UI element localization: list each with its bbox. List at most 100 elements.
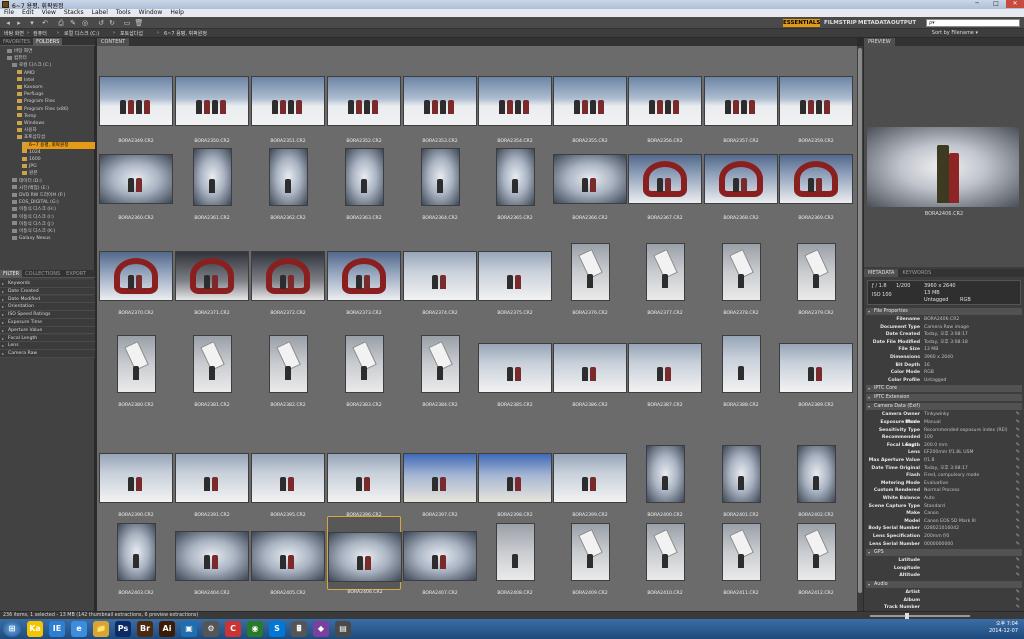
calculator-icon[interactable]: 🖩 [291, 621, 307, 637]
thumbnail-cell[interactable]: BORA2386.CR2 [553, 328, 627, 408]
thumbnail-cell[interactable]: BORA2355.CR2 [553, 64, 627, 144]
thumbnail-cell[interactable]: BORA2364.CR2 [403, 141, 477, 221]
thumbnail-cell[interactable]: BORA2366.CR2 [553, 141, 627, 221]
edit-pencil-icon[interactable]: ✎ [1016, 605, 1020, 610]
thumbnail-cell[interactable]: BORA2353.CR2 [403, 64, 477, 144]
folder-tree-item[interactable]: 6~7 용평, 휘팍원정 [22, 141, 95, 149]
thumbnail-cell[interactable]: BORA2389.CR2 [779, 328, 853, 408]
edit-pencil-icon[interactable]: ✎ [1016, 465, 1020, 471]
thumbnail-cell[interactable]: BORA2370.CR2 [99, 236, 173, 316]
edit-pencil-icon[interactable]: ✎ [1016, 503, 1020, 509]
edit-pencil-icon[interactable]: ✎ [1016, 526, 1020, 531]
thumbnail-image[interactable] [554, 155, 626, 203]
thumbnail-cell[interactable]: BORA2375.CR2 [478, 236, 552, 316]
thumbnail-cell[interactable]: BORA2351.CR2 [251, 64, 325, 144]
thumbnail-cell[interactable]: BORA2403.CR2 [99, 516, 173, 596]
thumbnail-image[interactable] [328, 454, 400, 502]
scrollbar-thumb[interactable] [858, 48, 862, 593]
thumbnail-cell[interactable]: BORA2367.CR2 [628, 141, 702, 221]
edit-pencil-icon[interactable]: ✎ [1016, 597, 1020, 603]
folder-tree-item[interactable]: JPG [22, 163, 95, 170]
thumbnail-image[interactable] [780, 155, 852, 203]
menu-help[interactable]: Help [166, 9, 188, 17]
thumbnail-image[interactable] [572, 524, 609, 580]
workspace-filmstrip[interactable]: FILMSTRIP [824, 19, 857, 27]
edit-pencil-icon[interactable]: ✎ [1016, 518, 1020, 524]
thumbnail-image[interactable] [100, 155, 172, 203]
workspace-metadata[interactable]: METADATA [858, 19, 891, 27]
menu-label[interactable]: Label [88, 9, 112, 17]
edit-pencil-icon[interactable]: ✎ [1016, 427, 1020, 433]
thumbnail-image[interactable] [647, 524, 684, 580]
thumbnail-cell[interactable]: BORA2357.CR2 [704, 64, 778, 144]
browser-icon[interactable]: e [71, 621, 87, 637]
folder-tree-item[interactable]: 데이터 (D:) [12, 178, 95, 185]
photoshop-icon[interactable]: Ps [115, 621, 131, 637]
thumbnail-image[interactable] [346, 149, 383, 205]
tab-preview[interactable]: PREVIEW [864, 38, 895, 46]
thumbnail-cell[interactable]: BORA2384.CR2 [403, 328, 477, 408]
filter-row[interactable]: Lens [0, 342, 95, 350]
thumbnail-image[interactable] [404, 77, 476, 125]
thumbnail-image[interactable] [798, 524, 835, 580]
app-icon[interactable]: ◉ [247, 621, 263, 637]
filter-row[interactable]: ISO Speed Ratings [0, 311, 95, 319]
metadata-section-header[interactable]: File Properties [866, 308, 1022, 315]
settings-icon[interactable]: ⚙ [203, 621, 219, 637]
thumbnail-cell[interactable]: BORA2405.CR2 [251, 516, 325, 596]
folder-tree-item[interactable]: 1024 [22, 149, 95, 156]
thumbnail-image[interactable] [118, 524, 155, 580]
refine-icon[interactable]: ✎ [68, 19, 78, 27]
filter-row[interactable]: Focal Length [0, 334, 95, 343]
folder-tree-item[interactable]: 사용자 [17, 127, 95, 134]
thumbnail-image[interactable] [479, 344, 551, 392]
thumbnail-image[interactable] [723, 446, 760, 502]
close-button[interactable]: ✕ [1006, 0, 1024, 8]
thumbnail-cell[interactable]: BORA2411.CR2 [704, 516, 778, 596]
thumbnail-cell[interactable]: BORA2371.CR2 [175, 236, 249, 316]
thumbnail-cell[interactable]: BORA2352.CR2 [327, 64, 401, 144]
folder-tree-item[interactable]: Intel [17, 77, 95, 84]
thumbnail-image[interactable] [780, 344, 852, 392]
folder-tree-item[interactable]: Galaxy Nexus [12, 235, 95, 242]
thumbnail-cell[interactable]: BORA2395.CR2 [251, 438, 325, 518]
taskbar-clock[interactable]: 오후 7:04 2014-12-07 [989, 621, 1018, 635]
thumbnail-cell[interactable]: BORA2349.CR2 [99, 64, 173, 144]
thumbnail-image[interactable] [270, 336, 307, 392]
edit-pencil-icon[interactable]: ✎ [1016, 480, 1020, 486]
edit-pencil-icon[interactable]: ✎ [1016, 511, 1020, 516]
filter-row[interactable]: Aperture Value [0, 326, 95, 335]
thumbnail-image[interactable] [647, 244, 684, 300]
folder-tree-item[interactable]: Program Files [17, 98, 95, 105]
thumbnail-cell[interactable]: BORA2397.CR2 [403, 438, 477, 518]
folder-tree-item[interactable]: 바탕 화면 [7, 48, 95, 55]
sort-by-dropdown[interactable]: Sort by Filename ▾ [932, 30, 978, 36]
menu-edit[interactable]: Edit [18, 9, 38, 17]
thumbnail-cell[interactable]: BORA2376.CR2 [553, 236, 627, 316]
thumbnail-cell[interactable]: BORA2385.CR2 [478, 328, 552, 408]
thumbnail-cell[interactable]: BORA2408.CR2 [478, 516, 552, 596]
thumbnail-image[interactable] [100, 454, 172, 502]
thumbnail-image[interactable] [329, 533, 401, 581]
search-input[interactable]: ρ▾ [926, 19, 1020, 27]
thumbnail-cell[interactable]: BORA2391.CR2 [175, 438, 249, 518]
rotate-right-icon[interactable]: ↻ [107, 19, 117, 27]
thumbnail-cell[interactable]: BORA2382.CR2 [251, 328, 325, 408]
preview-image[interactable] [867, 127, 1019, 207]
menu-window[interactable]: Window [135, 9, 167, 17]
thumbnail-image[interactable] [497, 524, 534, 580]
edit-pencil-icon[interactable]: ✎ [1016, 473, 1020, 478]
folder-tree-item[interactable]: DVD RW 드라이브 (F:) [12, 192, 95, 199]
thumbnail-cell[interactable]: BORA2390.CR2 [99, 438, 173, 518]
workspace-output[interactable]: OUTPUT [891, 19, 916, 27]
thumbnail-image[interactable] [404, 532, 476, 580]
thumbnail-image[interactable] [176, 77, 248, 125]
thumbnail-cell[interactable]: BORA2350.CR2 [175, 64, 249, 144]
thumbnail-image[interactable] [497, 149, 534, 205]
thumbnail-image[interactable] [647, 446, 684, 502]
start-button[interactable]: ⊞ [3, 621, 21, 637]
filter-row[interactable]: Date Modified [0, 295, 95, 304]
edit-pencil-icon[interactable]: ✎ [1016, 412, 1020, 417]
thumbnail-image[interactable] [572, 244, 609, 300]
thumbnail-image[interactable] [194, 149, 231, 205]
